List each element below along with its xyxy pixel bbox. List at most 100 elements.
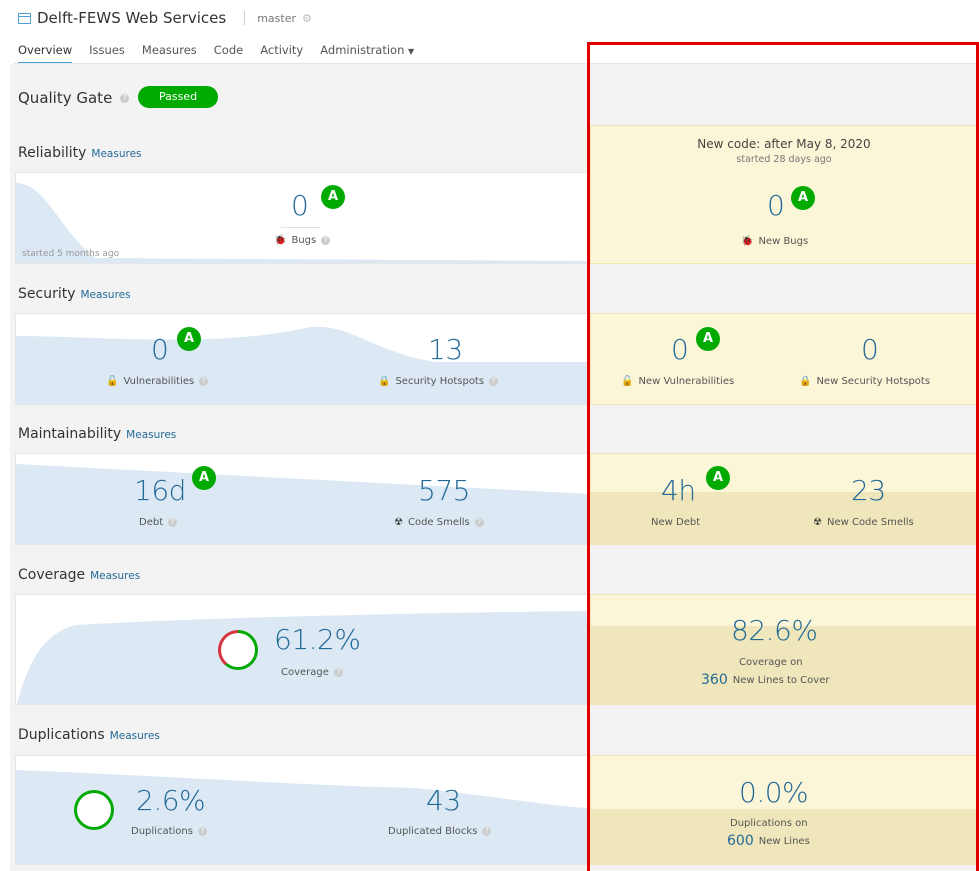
tab-administration-label: Administration: [320, 43, 405, 57]
maintainability-title: Maintainability: [18, 426, 122, 442]
new-security-hotspots-label-text: New Security Hotspots: [816, 376, 931, 387]
coverage-label: Coverage ?: [281, 667, 343, 678]
duplications-header: Duplications Measures: [18, 727, 160, 743]
reliability-measures-link[interactable]: Measures: [91, 148, 141, 160]
bugs-value[interactable]: 0: [291, 189, 309, 222]
new-code-smells-value[interactable]: 23: [851, 474, 886, 507]
help-icon[interactable]: ?: [333, 668, 343, 677]
lock-icon: 🔓: [621, 376, 634, 387]
coverage-title: Coverage: [18, 567, 86, 583]
tab-measures[interactable]: Measures: [142, 43, 197, 64]
new-lines-to-cover: 360 New Lines to Cover: [701, 672, 829, 688]
security-new-code-panel: 0 A 🔓 New Vulnerabilities 0 🔒 New Securi…: [590, 313, 978, 405]
new-bugs-rating[interactable]: A: [791, 186, 815, 210]
bugs-label: 🐞 Bugs ?: [274, 235, 331, 246]
new-vulnerabilities-rating[interactable]: A: [696, 327, 720, 351]
coverage-header: Coverage Measures: [18, 567, 140, 583]
new-duplications-value[interactable]: 0.0%: [739, 776, 809, 809]
new-code-smells-label-text: New Code Smells: [826, 517, 914, 528]
quality-gate-status-badge: Passed: [138, 86, 218, 108]
debt-label: Debt ?: [139, 517, 178, 528]
help-icon[interactable]: ?: [482, 827, 492, 836]
new-security-hotspots-value[interactable]: 0: [861, 333, 879, 366]
duplications-new-code-panel: 0.0% Duplications on 600 New Lines: [590, 755, 978, 865]
help-icon[interactable]: ?: [474, 518, 484, 527]
security-hotspots-label: 🔒 Security Hotspots ?: [378, 376, 499, 387]
bug-icon: 🐞: [741, 236, 754, 247]
project-name[interactable]: Delft-FEWS Web Services: [37, 9, 226, 27]
divider: [284, 661, 354, 662]
debt-value[interactable]: 16d: [134, 474, 186, 507]
new-coverage-value[interactable]: 82.6%: [731, 614, 818, 647]
new-code-subtitle: started 28 days ago: [736, 154, 832, 165]
new-lines-count[interactable]: 600: [727, 833, 754, 849]
new-debt-value[interactable]: 4h: [661, 474, 696, 507]
bugs-rating[interactable]: A: [321, 185, 345, 209]
security-title: Security: [18, 286, 76, 302]
vulnerabilities-rating[interactable]: A: [177, 327, 201, 351]
duplications-panel: 2.6% Duplications ? 43 Duplicated Blocks…: [15, 755, 588, 865]
code-smells-label-text: Code Smells: [407, 517, 470, 528]
divider: [423, 370, 463, 371]
vulnerabilities-label-text: Vulnerabilities: [123, 376, 195, 387]
new-debt-label-text: New Debt: [651, 517, 701, 528]
divider: [141, 822, 201, 823]
divider: [139, 510, 179, 511]
tab-code[interactable]: Code: [214, 43, 243, 64]
new-code-history-fill: [591, 492, 977, 544]
duplications-value[interactable]: 2.6%: [136, 784, 206, 817]
tab-overview[interactable]: Overview: [18, 43, 73, 64]
divider: [281, 227, 321, 228]
new-lines-to-cover-count[interactable]: 360: [701, 672, 728, 688]
quality-gate-label: Quality Gate ?: [18, 89, 130, 107]
new-vulnerabilities-value[interactable]: 0: [671, 333, 689, 366]
branch-icon: [244, 11, 246, 25]
divider: [421, 822, 461, 823]
gear-icon[interactable]: ⚙: [302, 12, 312, 25]
new-coverage-label: Coverage on: [739, 657, 803, 668]
duplications-donut-hole: [77, 793, 111, 827]
branch-name[interactable]: master: [257, 12, 296, 25]
new-duplications-label: Duplications on: [730, 818, 808, 829]
duplications-label-text: Duplications: [131, 826, 193, 837]
help-icon[interactable]: ?: [321, 236, 331, 245]
coverage-measures-link[interactable]: Measures: [90, 570, 140, 582]
help-icon[interactable]: ?: [197, 827, 207, 836]
new-lines-to-cover-label: New Lines to Cover: [732, 674, 830, 686]
tab-activity[interactable]: Activity: [260, 43, 303, 64]
divider: [423, 510, 463, 511]
reliability-title: Reliability: [18, 145, 87, 161]
coverage-value[interactable]: 61.2%: [274, 623, 361, 656]
help-icon[interactable]: ?: [489, 377, 499, 386]
new-lines-label: New Lines: [758, 835, 810, 847]
help-icon[interactable]: ?: [199, 377, 209, 386]
new-bugs-label: 🐞 New Bugs: [741, 236, 808, 247]
reliability-new-code-panel: New code: after May 8, 2020 started 28 d…: [590, 125, 978, 264]
new-vulnerabilities-label: 🔓 New Vulnerabilities: [621, 376, 734, 387]
help-icon[interactable]: ?: [168, 518, 178, 527]
divider: [141, 370, 181, 371]
new-vulnerabilities-label-text: New Vulnerabilities: [638, 376, 735, 387]
duplications-title: Duplications: [18, 727, 105, 743]
code-smells-value[interactable]: 575: [418, 474, 470, 507]
duplicated-blocks-label-text: Duplicated Blocks: [388, 826, 478, 837]
security-measures-link[interactable]: Measures: [81, 289, 131, 301]
vulnerabilities-value[interactable]: 0: [151, 333, 169, 366]
coverage-donut-hole: [221, 633, 255, 667]
new-debt-rating[interactable]: A: [706, 466, 730, 490]
help-icon[interactable]: ?: [120, 93, 130, 103]
security-panel: 0 A 🔓 Vulnerabilities ? 13 🔒 Security Ho…: [15, 313, 588, 405]
duplicated-blocks-value[interactable]: 43: [426, 784, 461, 817]
duplications-measures-link[interactable]: Measures: [110, 730, 160, 742]
maintainability-measures-link[interactable]: Measures: [126, 429, 176, 441]
maintainability-header: Maintainability Measures: [18, 426, 176, 442]
security-hotspots-value[interactable]: 13: [428, 333, 463, 366]
debt-rating[interactable]: A: [192, 466, 216, 490]
new-bugs-value[interactable]: 0: [767, 189, 785, 222]
tab-administration[interactable]: Administration ▼: [320, 43, 414, 64]
code-smells-label: ☢ Code Smells ?: [394, 517, 484, 528]
tab-issues[interactable]: Issues: [89, 43, 125, 64]
new-debt-label: New Debt: [651, 517, 700, 528]
chevron-down-icon: ▼: [408, 47, 415, 56]
coverage-new-code-panel: 82.6% Coverage on 360 New Lines to Cover: [590, 594, 978, 705]
